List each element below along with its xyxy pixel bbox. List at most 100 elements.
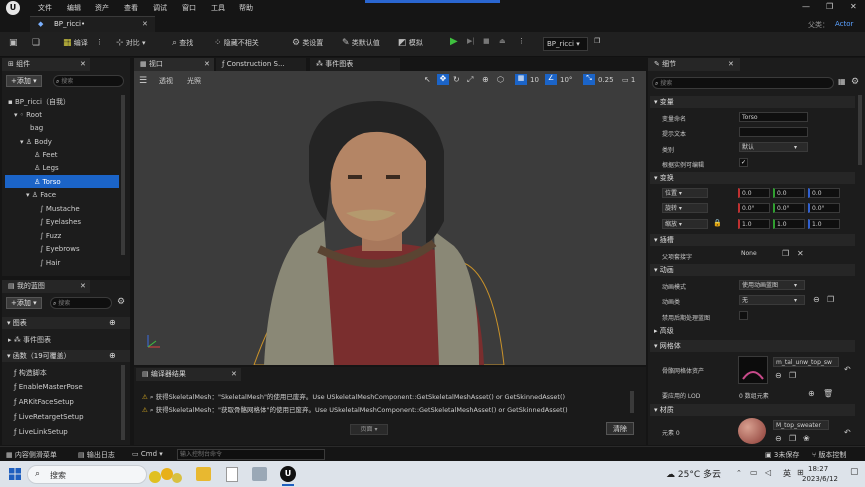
volume-icon[interactable]: ◁ [765, 468, 771, 477]
play-options-icon[interactable]: ⋮ [518, 37, 525, 45]
details-settings-icon[interactable]: ⚙ [851, 77, 859, 87]
minimize-icon[interactable]: — [802, 2, 810, 11]
components-scrollbar[interactable] [121, 95, 125, 255]
output-log-button[interactable]: ▤ 输出日志 [78, 450, 115, 460]
delete-icon[interactable]: 🗑 [823, 389, 833, 398]
add-member-button[interactable]: +添加 ▾ [6, 297, 42, 309]
location-mode-select[interactable]: 位置 ▾ [662, 188, 708, 198]
maximize-icon[interactable]: ❐ [826, 2, 833, 11]
simulate-button[interactable]: ◩ 模拟 [398, 38, 423, 48]
notepad-icon[interactable] [226, 467, 238, 482]
page-select[interactable]: 页面 ▾ [350, 424, 388, 435]
translate-mode-icon[interactable]: ✥ [437, 74, 449, 85]
location-x-input[interactable]: 0.0 [738, 188, 770, 198]
menu-tools[interactable]: 工具 [211, 3, 225, 13]
taskbar-search[interactable]: ⌕ 搜索 [27, 465, 147, 484]
menu-window[interactable]: 窗口 [182, 3, 196, 13]
scale-z-input[interactable]: 1.0 [808, 219, 840, 229]
app-window-icon[interactable] [252, 467, 267, 481]
viewport[interactable]: ☰ 透视 光照 ↖ ✥ ↻ ⤢ ⊕ ⬡ ▦ 10 ∠ 10° ⤡ 0.25 ▭ … [134, 71, 646, 365]
tab-construction-script[interactable]: ƒ Construction S... [216, 58, 306, 71]
parent-class-link[interactable]: Actor [835, 20, 853, 28]
material-thumbnail[interactable] [738, 418, 766, 444]
class-defaults-button[interactable]: ✎ 类默认值 [342, 38, 380, 48]
grid-snap-value[interactable]: 10 [530, 76, 539, 84]
add-element-icon[interactable]: ⊕ [808, 389, 815, 398]
scale-x-input[interactable]: 1.0 [738, 219, 770, 229]
rotate-mode-icon[interactable]: ↻ [453, 75, 460, 84]
compile-button[interactable]: ▦ 编译 [63, 38, 88, 48]
reset-icon[interactable]: ↶ [844, 365, 851, 374]
details-close-icon[interactable]: ✕ [728, 58, 734, 71]
tray-chevron-icon[interactable]: ⌃ [736, 469, 742, 477]
components-close-icon[interactable]: ✕ [80, 58, 86, 71]
menu-asset[interactable]: 资产 [95, 3, 109, 13]
lock-icon[interactable]: 🔒 [713, 219, 722, 227]
step-icon[interactable]: ▶| [467, 37, 475, 45]
rotation-mode-select[interactable]: 旋转 ▾ [662, 203, 708, 213]
compiler-results-tab[interactable]: ▤ 编译器结果 ✕ [136, 368, 241, 381]
my-blueprint-tab[interactable]: ▤ 我的蓝图 ✕ [2, 280, 90, 293]
tree-item-fuzz[interactable]: ∫ Fuzz [40, 232, 61, 240]
browse-icon[interactable]: ❐ [789, 434, 796, 443]
hide-unrelated-button[interactable]: ⁘ 隐藏不相关 [214, 38, 259, 48]
material-options-icon[interactable]: ❀ [803, 434, 810, 443]
tree-item-bag[interactable]: bag [30, 124, 43, 132]
close-window-icon[interactable]: ✕ [850, 2, 857, 11]
tree-item-eyelashes[interactable]: ∫ Eyelashes [40, 218, 81, 226]
lit-button[interactable]: 光照 [187, 76, 201, 86]
view-options-icon[interactable]: ▦ [838, 77, 846, 86]
unreal-engine-taskbar-icon[interactable]: U [280, 466, 296, 482]
windows-start-icon[interactable] [9, 468, 21, 480]
menu-edit[interactable]: 编辑 [67, 3, 81, 13]
debug-browse-icon[interactable]: ❐ [594, 37, 600, 45]
class-settings-button[interactable]: ⚙ 类设置 [292, 38, 323, 48]
menu-help[interactable]: 帮助 [239, 3, 253, 13]
tree-item-feet[interactable]: ♙ Feet [34, 151, 58, 159]
notification-icon[interactable]: ▢ [850, 467, 859, 477]
my-blueprint-scrollbar[interactable] [121, 365, 125, 440]
stop-icon[interactable]: ■ [483, 37, 490, 45]
parent-socket-value[interactable]: None [739, 249, 779, 259]
instance-editable-checkbox[interactable]: ✓ [739, 158, 748, 167]
function-item[interactable]: ƒ LiveLinkSetup [14, 428, 68, 436]
components-search-input[interactable]: ⌕ 搜索 [53, 75, 124, 87]
perspective-button[interactable]: 透视 [159, 76, 173, 86]
tab-event-graph[interactable]: ⁂ 事件图表 [310, 58, 400, 71]
find-button[interactable]: ⌕ 查找 [172, 38, 193, 48]
tree-item-root[interactable]: ▾ ◦ Root [14, 111, 42, 119]
materials-section-header[interactable]: ▾ 材质 [650, 404, 855, 416]
use-selected-icon[interactable]: ⊖ [813, 295, 820, 304]
browse-icon[interactable]: ❏ [32, 38, 40, 48]
anim-mode-select[interactable]: 使用动画蓝图 ▾ [739, 280, 805, 290]
surface-snap-icon[interactable]: ⬡ [497, 75, 504, 84]
details-scrollbar[interactable] [858, 95, 862, 165]
tab-bp-ricci[interactable]: ◆ BP_ricci• ✕ [30, 16, 155, 32]
clear-button[interactable]: 清除 [606, 422, 634, 435]
viewport-tab-close-icon[interactable]: ✕ [204, 58, 210, 71]
clock-date[interactable]: 2023/6/12 [802, 475, 838, 483]
diff-button[interactable]: ⊹ 对比 ▾ [116, 38, 146, 48]
coordinate-space-icon[interactable]: ⊕ [482, 75, 489, 84]
play-icon[interactable]: ▶ [450, 36, 458, 47]
viewport-menu-icon[interactable]: ☰ [139, 76, 147, 86]
gear-icon[interactable]: ⚙ [117, 297, 125, 307]
tree-item-face[interactable]: ▾ ♙ Face [26, 191, 56, 199]
use-selected-icon[interactable]: ⊖ [775, 434, 782, 443]
rotation-y-input[interactable]: 0.0° [773, 203, 805, 213]
content-drawer-button[interactable]: ▦ 内容侧滑菜单 [6, 450, 57, 460]
eject-icon[interactable]: ⏏ [499, 37, 506, 45]
taskbar-flowers-widget[interactable] [145, 465, 185, 485]
tab-viewport[interactable]: ▦ 视口 ✕ [134, 58, 214, 71]
browse-icon[interactable]: ❐ [789, 371, 796, 380]
function-item[interactable]: ƒ LiveRetargetSetup [14, 413, 84, 421]
details-tab[interactable]: ✎ 细节 ✕ [648, 58, 740, 71]
menu-file[interactable]: 文件 [38, 3, 52, 13]
tab-close-icon[interactable]: ✕ [142, 20, 148, 28]
compile-options-icon[interactable]: ⋮ [96, 38, 103, 46]
function-item[interactable]: ƒ 构造脚本 [14, 368, 47, 378]
add-component-button[interactable]: +添加 ▾ [6, 75, 42, 87]
tree-item-body[interactable]: ▾ ♙ Body [20, 138, 52, 146]
tree-item-self[interactable]: ▪ BP_ricci（自我） [8, 97, 70, 107]
menu-debug[interactable]: 调试 [153, 3, 167, 13]
